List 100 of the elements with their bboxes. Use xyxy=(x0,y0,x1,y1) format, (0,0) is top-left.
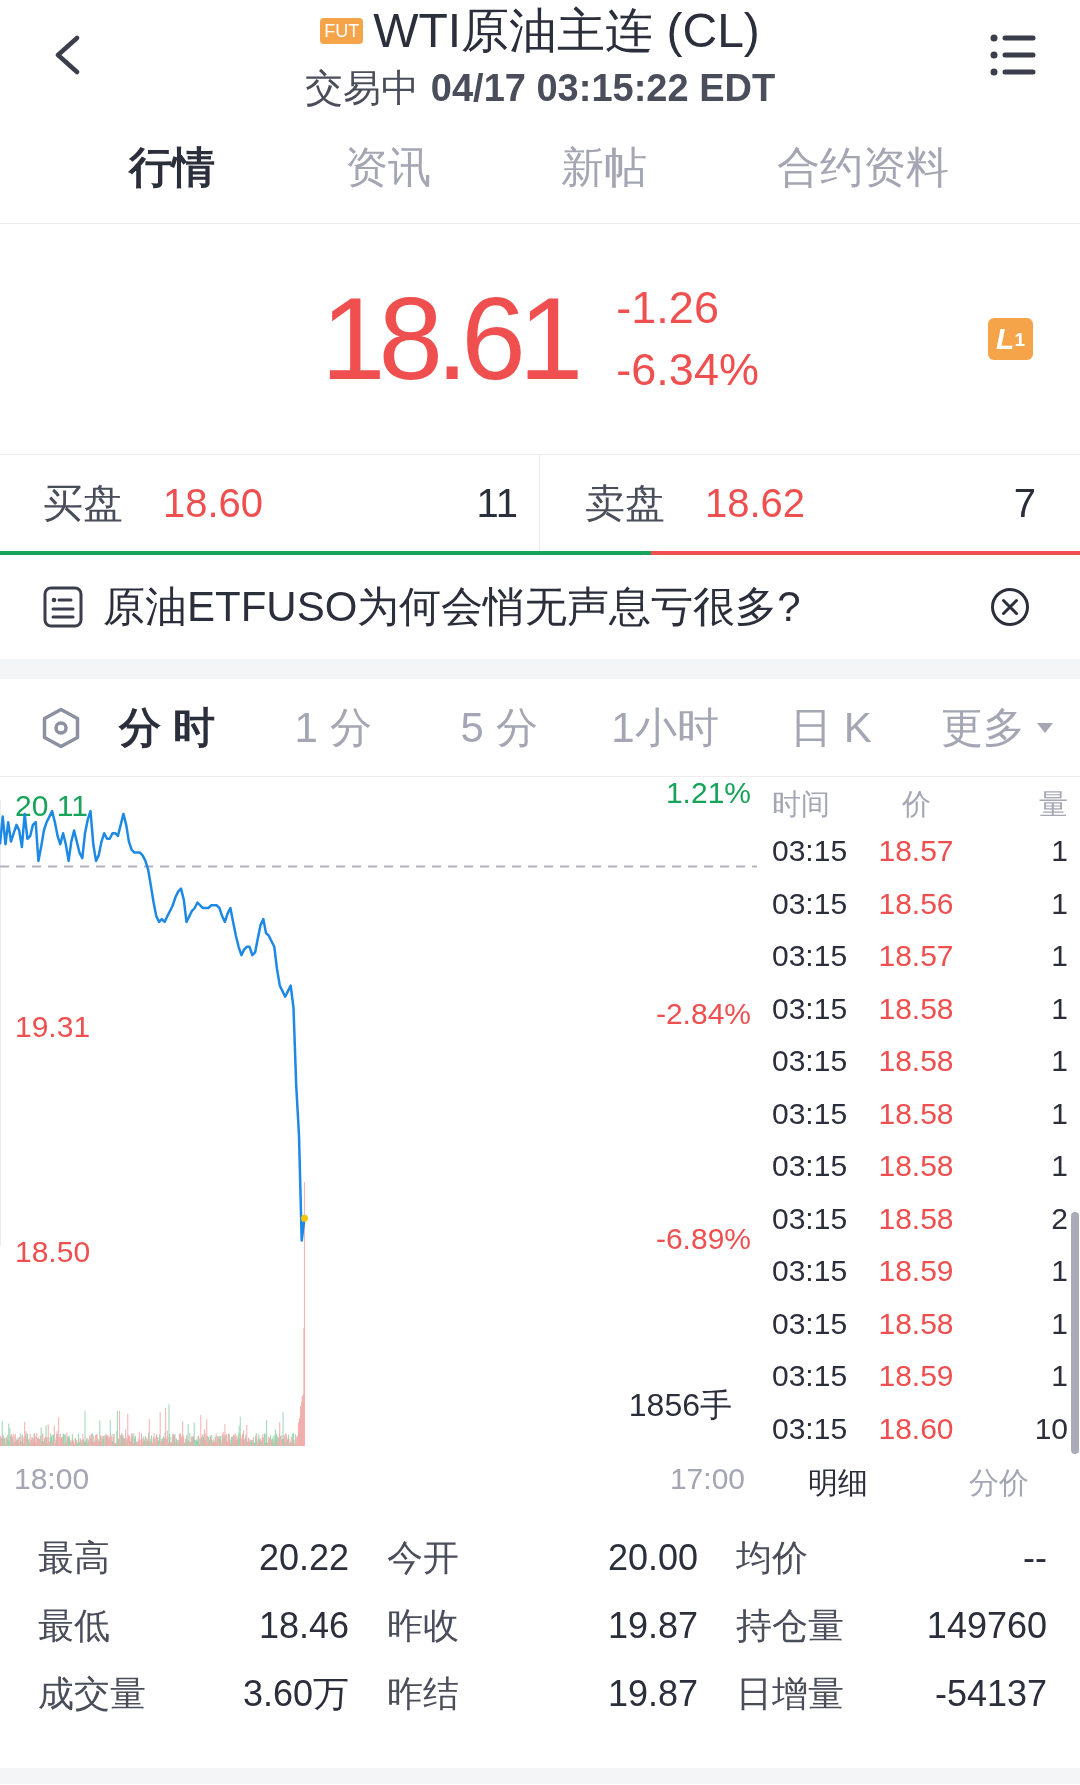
caret-icon xyxy=(1037,722,1053,733)
trade-price: 18.60 xyxy=(878,1411,954,1446)
close-icon xyxy=(990,587,1030,627)
trade-price: 18.58 xyxy=(878,1201,954,1236)
trade-size: 1 xyxy=(1051,834,1068,869)
price-axis-label: 20.11 xyxy=(15,788,88,822)
volume-label: 1856手 xyxy=(628,1387,732,1423)
percent-axis-label: -2.84% xyxy=(655,997,751,1031)
trade-price: 18.59 xyxy=(878,1254,954,1289)
scrollbar[interactable] xyxy=(1071,1212,1079,1454)
trade-size: 1 xyxy=(1051,1096,1068,1131)
stat-value: 20.22 xyxy=(258,1537,349,1579)
stat-value: 20.00 xyxy=(607,1537,698,1579)
tab[interactable]: 资讯 xyxy=(345,141,431,192)
trade-price: 18.58 xyxy=(878,1044,954,1079)
trade-price: 18.58 xyxy=(878,1149,954,1184)
trade-time: 03:15 xyxy=(772,1044,848,1079)
period-tab[interactable]: 分 时 xyxy=(84,702,250,753)
trade-time: 03:15 xyxy=(772,1254,848,1289)
settings-icon xyxy=(41,706,81,749)
trade-size: 1 xyxy=(1051,1254,1068,1289)
stat-value: -54137 xyxy=(934,1673,1047,1715)
price-axis-label: 18.50 xyxy=(15,1234,91,1268)
trade-size: 1 xyxy=(1051,1359,1068,1394)
stat-label: 最低 xyxy=(38,1603,110,1648)
quote-time: 04/17 03:15:22 EDT xyxy=(430,66,776,110)
tab[interactable]: 合约资料 xyxy=(777,141,949,192)
list-tab[interactable]: 明细 xyxy=(807,1462,868,1504)
trading-status: 交易中 xyxy=(304,65,419,111)
stat-value: 149760 xyxy=(926,1605,1047,1647)
stat-label: 今开 xyxy=(387,1535,459,1580)
trade-time: 03:15 xyxy=(772,1201,848,1236)
stat-label: 日增量 xyxy=(736,1671,844,1716)
column-header: 量 xyxy=(1039,787,1068,822)
trade-time: 03:15 xyxy=(772,1306,848,1341)
percent-axis-label: -6.89% xyxy=(655,1221,751,1255)
trade-price: 18.57 xyxy=(878,939,954,974)
trade-price: 18.58 xyxy=(878,1306,954,1341)
bid-label: 买盘 xyxy=(43,479,123,527)
trade-size: 1 xyxy=(1051,886,1068,921)
list-tab[interactable]: 分价 xyxy=(969,1462,1030,1504)
stat-value: 19.87 xyxy=(607,1673,698,1715)
stat-label: 昨结 xyxy=(387,1671,459,1716)
stat-label: 持仓量 xyxy=(736,1603,844,1648)
menu-button[interactable] xyxy=(990,34,1036,76)
ask-label: 卖盘 xyxy=(585,479,665,527)
trade-time: 03:15 xyxy=(772,1359,848,1394)
trade-time: 03:15 xyxy=(772,1411,848,1446)
period-tab[interactable]: 1 分 xyxy=(250,702,416,753)
ask-price: 18.62 xyxy=(705,480,806,526)
menu-icon xyxy=(990,34,1036,76)
trade-price: 18.56 xyxy=(878,886,954,921)
stat-value: 19.87 xyxy=(607,1605,698,1647)
period-tab[interactable]: 日 K xyxy=(748,702,914,753)
trade-size: 1 xyxy=(1051,991,1068,1026)
bid-price: 18.60 xyxy=(163,480,264,526)
trade-time: 03:15 xyxy=(772,991,848,1026)
tab[interactable]: 新帖 xyxy=(561,141,647,192)
stat-label: 成交量 xyxy=(38,1671,146,1716)
stat-value: 18.46 xyxy=(258,1605,349,1647)
stat-label: 昨收 xyxy=(387,1603,459,1648)
last-price: 18.61 xyxy=(321,279,577,399)
chart-settings-button[interactable] xyxy=(41,706,81,749)
trade-time: 03:15 xyxy=(772,886,848,921)
trade-price: 18.58 xyxy=(878,1096,954,1131)
trade-price: 18.59 xyxy=(878,1359,954,1394)
column-header: 时间 xyxy=(772,787,830,822)
trade-time: 03:15 xyxy=(772,1096,848,1131)
price-marker-icon xyxy=(300,1214,308,1222)
bid-size: 11 xyxy=(476,480,518,526)
instrument-title: WTI原油主连 (CL) xyxy=(373,4,760,58)
trade-size: 2 xyxy=(1051,1201,1068,1236)
period-tab[interactable]: 5 分 xyxy=(416,702,582,753)
trade-size: 1 xyxy=(1051,1306,1068,1341)
stat-label: 均价 xyxy=(736,1535,808,1580)
price-axis-label: 19.31 xyxy=(15,1010,91,1044)
stat-value: 3.60万 xyxy=(242,1671,349,1716)
period-tab[interactable]: 1小时 xyxy=(582,702,748,753)
close-button[interactable] xyxy=(990,587,1030,627)
price-change: -1.26 xyxy=(616,281,720,335)
column-header: 价 xyxy=(901,787,931,822)
percent-change: -6.34% xyxy=(616,343,759,397)
news-icon xyxy=(43,586,83,628)
trade-time: 03:15 xyxy=(772,834,848,869)
trade-size: 1 xyxy=(1051,1149,1068,1184)
trade-price: 18.57 xyxy=(878,834,954,869)
tab[interactable]: 行情 xyxy=(129,141,215,192)
trade-time: 03:15 xyxy=(772,939,848,974)
back-button[interactable] xyxy=(53,35,81,75)
ask-size: 7 xyxy=(1013,480,1036,526)
percent-axis-label: 1.21% xyxy=(665,777,751,809)
trade-size: 10 xyxy=(1034,1411,1068,1446)
stat-label: 最高 xyxy=(38,1535,110,1580)
stat-value: -- xyxy=(1023,1537,1047,1579)
futures-badge: FUT xyxy=(320,18,364,44)
period-tab[interactable]: 更多 xyxy=(914,702,1080,753)
trade-price: 18.58 xyxy=(878,991,954,1026)
trade-size: 1 xyxy=(1051,939,1068,974)
trade-time: 03:15 xyxy=(772,1149,848,1184)
news-headline[interactable]: 原油ETFUSO为何会悄无声息亏很多? xyxy=(103,579,801,635)
